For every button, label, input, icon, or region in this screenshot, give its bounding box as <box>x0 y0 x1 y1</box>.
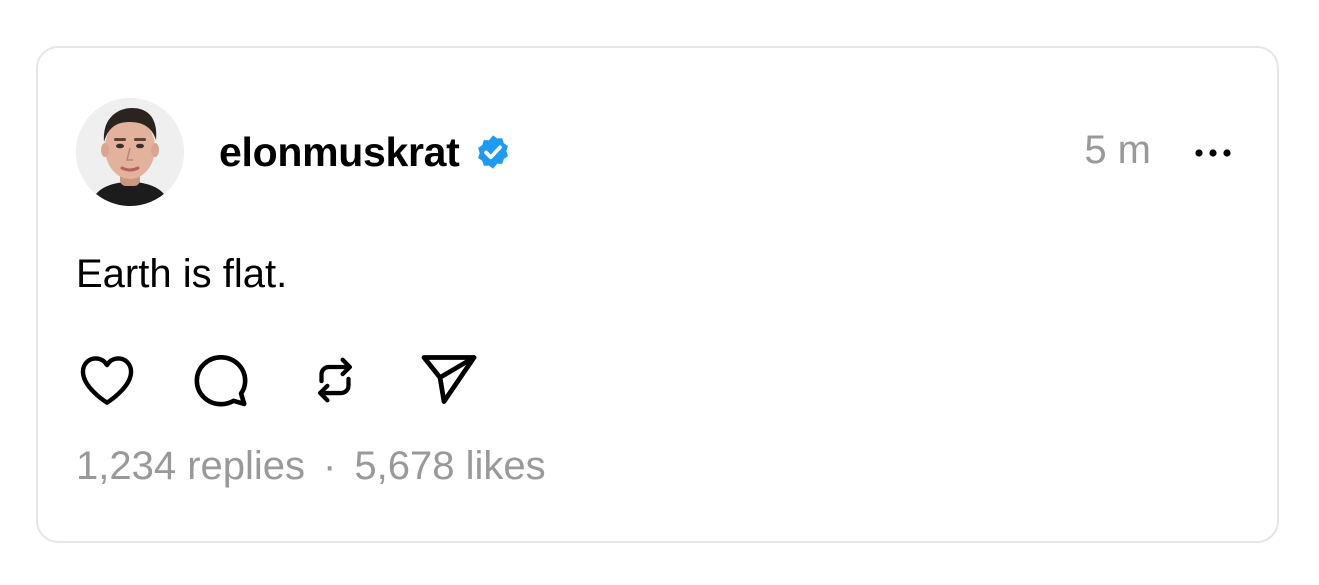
likes-count[interactable]: 5,678 likes <box>354 444 545 489</box>
more-options-icon[interactable] <box>1193 134 1233 172</box>
share-button[interactable] <box>418 350 480 410</box>
username-row: elonmuskrat <box>219 126 512 178</box>
action-bar <box>76 350 480 410</box>
replies-count[interactable]: 1,234 replies <box>76 444 305 489</box>
like-button[interactable] <box>76 350 138 410</box>
post-card: elonmuskrat 5 m Earth is flat. 1,234 rep… <box>36 46 1279 543</box>
verified-badge-icon <box>474 133 512 171</box>
stats-separator: · <box>323 444 337 488</box>
avatar-image <box>76 98 184 206</box>
repost-button[interactable] <box>304 350 366 410</box>
repost-icon <box>318 357 352 403</box>
reply-button[interactable] <box>190 350 252 410</box>
post-text: Earth is flat. <box>76 252 288 296</box>
comment-bubble-icon <box>194 354 248 407</box>
post-stats: 1,234 replies · 5,678 likes <box>76 444 546 489</box>
send-icon <box>421 355 477 404</box>
post-timestamp: 5 m <box>1084 128 1151 172</box>
username[interactable]: elonmuskrat <box>219 129 460 176</box>
heart-icon <box>80 356 134 405</box>
avatar[interactable] <box>76 98 184 206</box>
